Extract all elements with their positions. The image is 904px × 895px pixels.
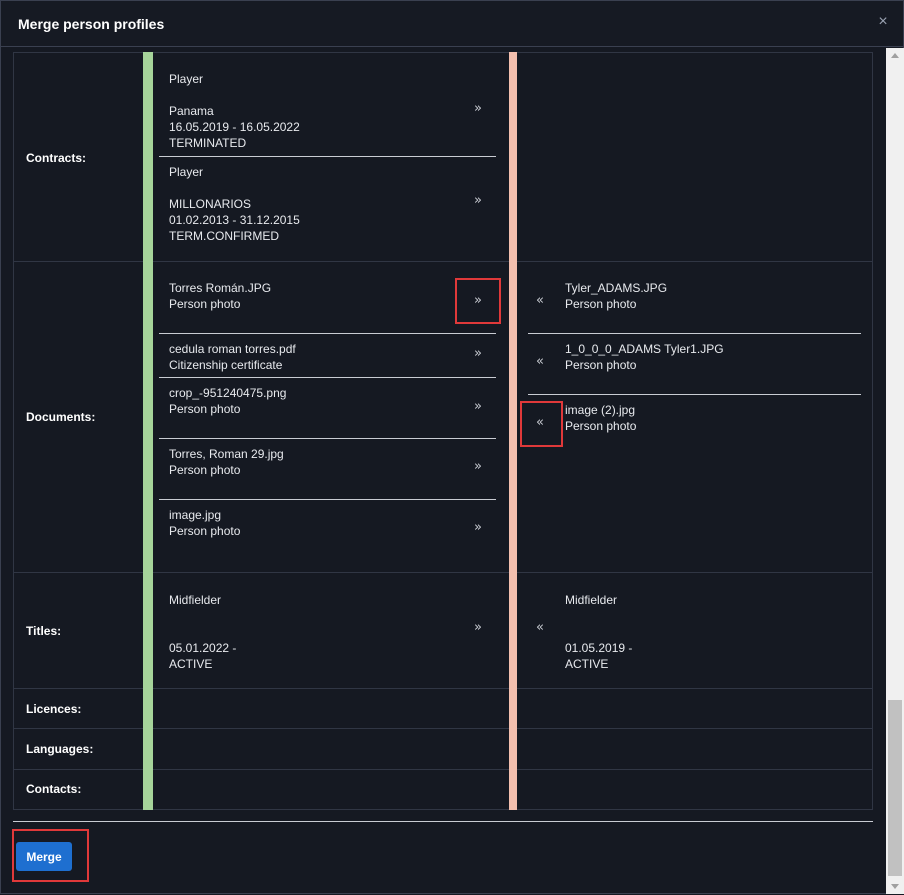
document-file: image.jpg (169, 508, 222, 522)
scroll-up-icon[interactable] (886, 48, 904, 64)
highlight-box (455, 278, 501, 324)
merge-table: Contracts: Documents: Titles: Licences: … (13, 52, 873, 810)
scroll-down-icon[interactable] (886, 878, 904, 894)
document-type: Person photo (169, 524, 241, 538)
merge-dialog: Merge person profiles × Contracts: Docum… (0, 0, 904, 894)
title-period: 01.05.2019 - (565, 641, 633, 655)
dialog-title: Merge person profiles (18, 16, 165, 32)
document-file: Torres, Roman 29.jpg (169, 447, 284, 461)
move-left-icon[interactable]: « (536, 354, 544, 369)
item-separator (159, 499, 496, 500)
title-period: 05.01.2022 - (169, 641, 237, 655)
move-right-icon[interactable]: » (474, 399, 482, 414)
document-type: Person photo (565, 297, 637, 311)
item-separator (159, 377, 496, 378)
document-file: cedula roman torres.pdf (169, 342, 296, 356)
close-icon[interactable]: × (874, 13, 892, 31)
move-right-icon[interactable]: » (474, 193, 482, 208)
footer-divider (13, 821, 873, 822)
left-profile-stripe (143, 52, 153, 810)
label-licences: Licences: (26, 702, 82, 716)
item-separator (159, 333, 496, 334)
label-languages: Languages: (26, 742, 94, 756)
move-left-icon[interactable]: « (536, 620, 544, 635)
contract-club: MILLONARIOS (169, 197, 252, 211)
title-status: ACTIVE (565, 657, 609, 671)
document-file: 1_0_0_0_ADAMS Tyler1.JPG (565, 342, 724, 356)
label-titles: Titles: (26, 624, 62, 638)
contract-club: Panama (169, 104, 214, 118)
scroll-thumb[interactable] (888, 700, 902, 876)
title-position: Midfielder (169, 593, 222, 607)
document-type: Person photo (169, 402, 241, 416)
document-type: Citizenship certificate (169, 358, 283, 372)
contract-period: 01.02.2013 - 31.12.2015 (169, 213, 300, 227)
dialog-body: Contracts: Documents: Titles: Licences: … (1, 48, 886, 895)
right-profile-stripe (509, 52, 517, 810)
dialog-header: Merge person profiles × (1, 1, 903, 47)
label-contacts: Contacts: (26, 782, 82, 796)
contract-role: Player (169, 165, 204, 179)
document-file: image (2).jpg (565, 403, 636, 417)
document-file: Tyler_ADAMS.JPG (565, 281, 668, 295)
move-right-icon[interactable]: » (474, 101, 482, 116)
document-file: crop_-951240475.png (169, 386, 287, 400)
contract-role: Player (169, 72, 204, 86)
contract-status: TERM.CONFIRMED (169, 229, 279, 243)
vertical-scrollbar[interactable] (886, 48, 904, 894)
move-right-icon[interactable]: » (474, 459, 482, 474)
move-left-icon[interactable]: « (536, 293, 544, 308)
item-separator (159, 438, 496, 439)
title-position: Midfielder (565, 593, 618, 607)
item-separator (528, 333, 861, 334)
label-documents: Documents: (26, 410, 96, 424)
highlight-box (520, 401, 563, 447)
move-right-icon[interactable]: » (474, 346, 482, 361)
document-type: Person photo (565, 358, 637, 372)
merge-button[interactable]: Merge (16, 842, 72, 871)
move-right-icon[interactable]: » (474, 620, 482, 635)
document-type: Person photo (169, 463, 241, 477)
move-right-icon[interactable]: » (474, 520, 482, 535)
item-separator (528, 394, 861, 395)
document-type: Person photo (169, 297, 241, 311)
title-status: ACTIVE (169, 657, 213, 671)
label-contracts: Contracts: (26, 151, 87, 165)
contract-period: 16.05.2019 - 16.05.2022 (169, 120, 300, 134)
contract-status: TERMINATED (169, 136, 247, 150)
document-type: Person photo (565, 419, 637, 433)
item-separator (159, 156, 496, 157)
document-file: Torres Román.JPG (169, 281, 272, 295)
